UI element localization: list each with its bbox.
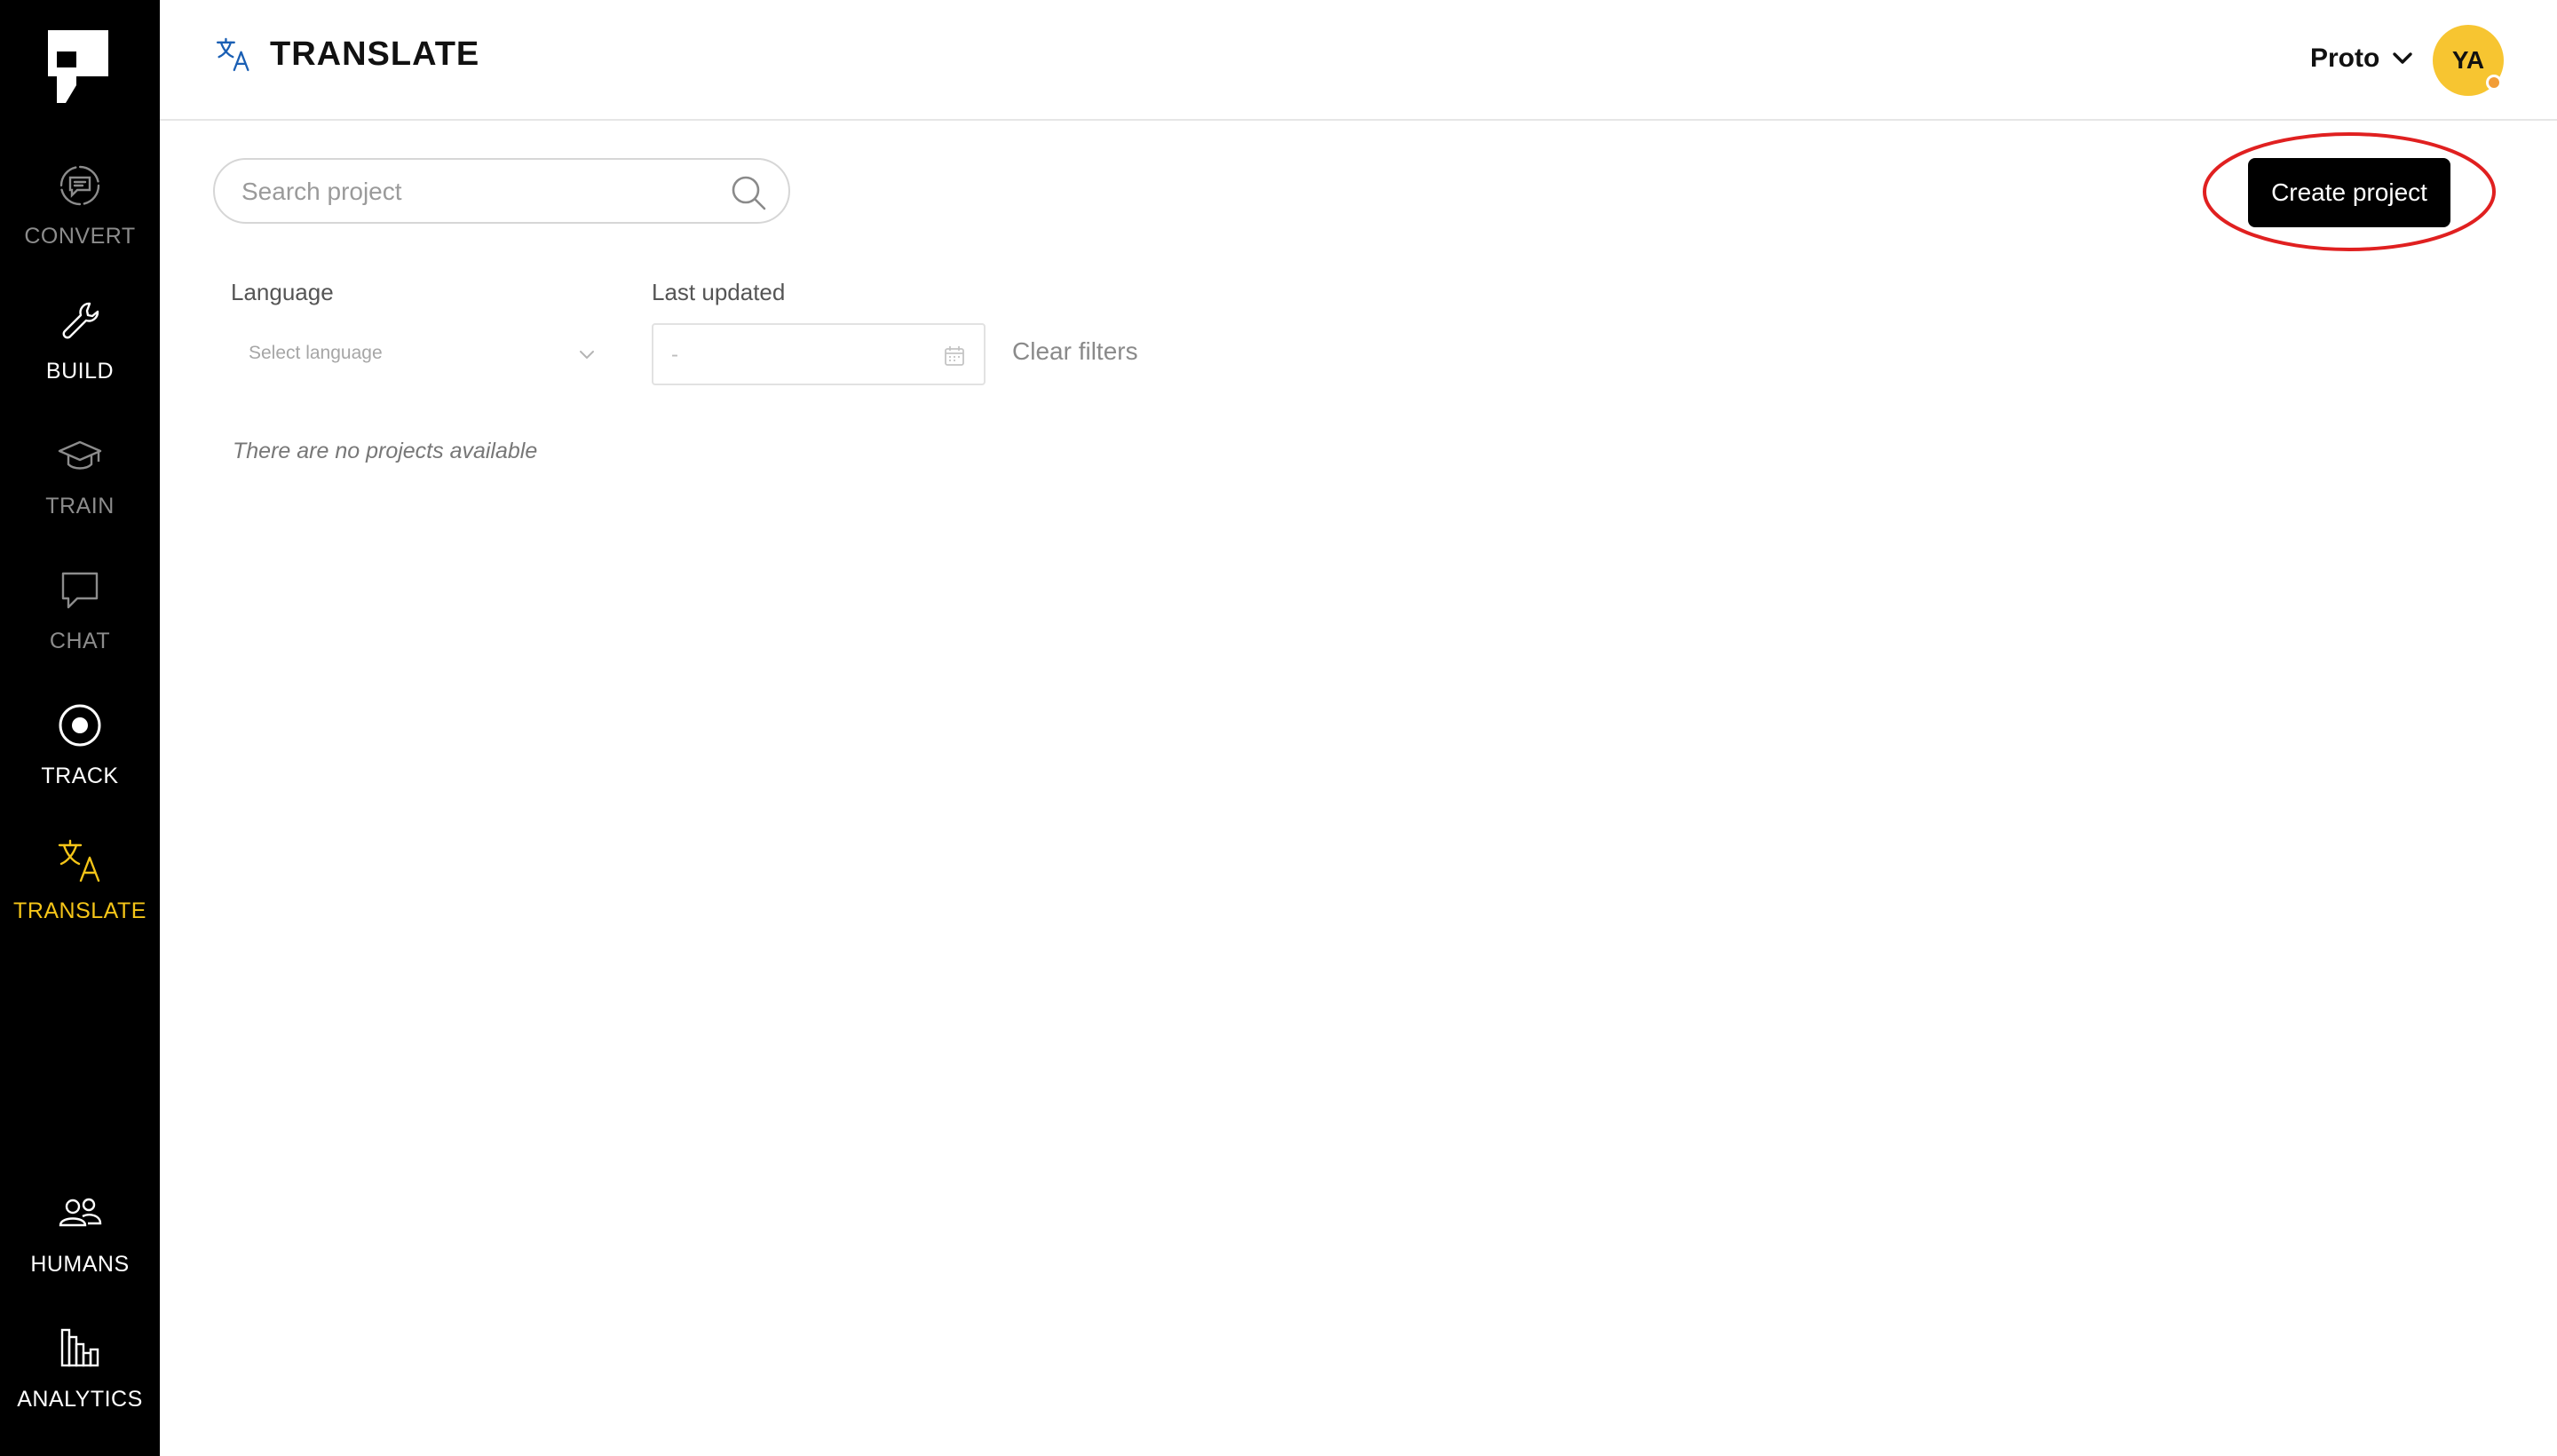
graduation-cap-icon [56,431,104,479]
sidebar-item-humans[interactable]: HUMANS [0,1174,160,1291]
language-filter-label: Language [231,279,334,305]
sidebar-item-label: HUMANS [30,1252,130,1277]
avatar[interactable]: YA [2433,25,2504,96]
create-project-button[interactable]: Create project [2248,158,2450,227]
convert-chat-icon [56,162,104,210]
chevron-down-icon [580,351,594,359]
sidebar-item-translate[interactable]: TRANSLATE [0,820,160,938]
search-icon[interactable] [730,174,767,211]
language-select[interactable]: Select language [231,323,604,384]
sidebar-item-chat[interactable]: CHAT [0,550,160,668]
calendar-icon [943,344,966,368]
page-header: TRANSLATE Proto YA [160,0,2557,121]
avatar-initials: YA [2451,46,2485,74]
chat-bubble-icon [56,566,104,614]
sidebar-item-build[interactable]: BUILD [0,281,160,398]
wrench-icon [56,297,104,344]
chevron-down-icon [2393,52,2413,64]
last-updated-date-picker[interactable]: - [652,323,986,385]
search-box [213,158,790,224]
sidebar-item-label: TRANSLATE [13,898,146,923]
language-select-placeholder: Select language [249,343,383,363]
sidebar-item-label: TRAIN [45,494,115,518]
workspace-name: Proto [2310,44,2380,73]
translate-icon [56,836,104,884]
translate-icon [215,36,252,73]
sidebar-item-label: CHAT [49,629,111,653]
sidebar-item-label: TRACK [41,764,119,788]
target-icon [56,701,104,749]
date-range-value: - [671,343,678,367]
search-input[interactable] [241,172,703,211]
sidebar-item-label: ANALYTICS [17,1387,143,1412]
page-title: TRANSLATE [270,36,480,73]
bar-chart-icon [56,1325,104,1373]
empty-projects-message: There are no projects available [233,439,538,463]
last-updated-filter-label: Last updated [652,279,786,305]
sidebar-item-train[interactable]: TRAIN [0,415,160,533]
clear-filters-link[interactable]: Clear filters [1012,337,1138,366]
sidebar: CONVERT BUILD TRAIN CHAT TRACK TRANSLATE… [0,0,160,1456]
sidebar-item-convert[interactable]: CONVERT [0,146,160,263]
sidebar-item-label: BUILD [45,359,115,384]
sidebar-item-track[interactable]: TRACK [0,685,160,803]
status-indicator [2486,75,2502,91]
logo-icon[interactable] [48,30,108,103]
sidebar-item-label: CONVERT [24,224,136,249]
workspace-dropdown[interactable]: Proto [2310,39,2415,78]
app: CONVERT BUILD TRAIN CHAT TRACK TRANSLATE… [0,0,2557,1456]
sidebar-item-analytics[interactable]: ANALYTICS [0,1309,160,1426]
users-icon [56,1190,104,1238]
